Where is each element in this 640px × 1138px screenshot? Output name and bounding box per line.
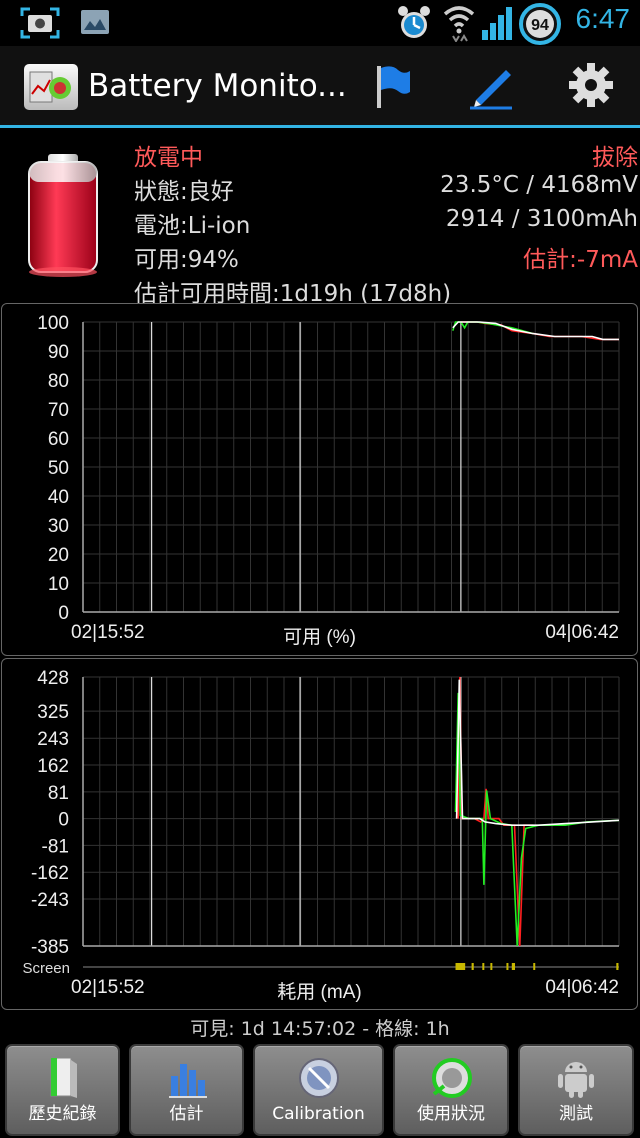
consumption-chart-y-tick: 81 bbox=[48, 783, 69, 804]
consumption-chart-xlabel: 耗用 (mA) bbox=[277, 982, 362, 1003]
consumption-chart-y-tick: 0 bbox=[58, 810, 69, 831]
available-chart-x-end: 04|06:42 bbox=[545, 622, 619, 643]
settings-icon[interactable] bbox=[568, 62, 614, 108]
available-chart-panel[interactable]: 100 90 80 70 60 50 40 30 20 10 0 02|15:52 可用 (%) 0… bbox=[1, 303, 638, 656]
available-chart-y-tick: 100 bbox=[37, 313, 69, 334]
action-bar: Battery Monito... bbox=[0, 46, 640, 128]
battery-icon bbox=[28, 154, 98, 277]
test-button-label: 測試 bbox=[559, 1104, 593, 1124]
available-chart-xlabel: 可用 (%) bbox=[283, 627, 356, 648]
edit-icon[interactable] bbox=[466, 62, 516, 110]
screen-on-segment bbox=[471, 963, 474, 970]
status-time: 6:47 bbox=[575, 3, 631, 34]
available-chart-y-tick: 80 bbox=[48, 371, 69, 392]
consumption-chart-y-tick: -243 bbox=[31, 890, 69, 911]
android-icon bbox=[558, 1062, 594, 1098]
available-chart-y-tick: 40 bbox=[48, 487, 69, 508]
available-chart-series-2 bbox=[452, 321, 619, 341]
battery-level-icon: 94 bbox=[519, 3, 561, 45]
estimate-button-label: 估計 bbox=[169, 1104, 204, 1124]
available-chart: 1009080706050403020100 bbox=[37, 313, 620, 624]
history-button[interactable]: 歷史紀錄 bbox=[5, 1044, 120, 1136]
calibration-button-label: Calibration bbox=[272, 1104, 365, 1124]
available-chart-y-tick: 90 bbox=[48, 342, 69, 363]
plug-state: 拔除 bbox=[592, 145, 638, 171]
consumption-chart-series-0 bbox=[457, 676, 534, 947]
consumption-chart-y-tick: 243 bbox=[37, 729, 69, 750]
available-chart-y-tick: 0 bbox=[58, 603, 69, 624]
available-chart-y-tick: 60 bbox=[48, 429, 69, 450]
screen-on-segment bbox=[533, 963, 536, 970]
estimate-icon bbox=[168, 1064, 207, 1098]
consumption-chart-series-2 bbox=[455, 679, 620, 826]
usage-icon bbox=[432, 1058, 472, 1098]
consumption-chart-y-tick: -385 bbox=[31, 937, 69, 958]
screen-strip-label: Screen bbox=[22, 960, 70, 977]
screenshot-icon bbox=[20, 7, 60, 39]
consumption-chart-x-end: 04|06:42 bbox=[545, 977, 619, 998]
flag-icon[interactable] bbox=[372, 62, 412, 110]
available-chart-y-tick: 70 bbox=[48, 400, 69, 421]
consumption-chart-y-tick: 325 bbox=[37, 702, 69, 723]
wifi-icon bbox=[443, 6, 475, 42]
history-button-label: 歷史紀錄 bbox=[28, 1104, 97, 1124]
app-logo-icon bbox=[29, 71, 71, 103]
test-button[interactable]: 測試 bbox=[518, 1044, 634, 1136]
app-logo[interactable] bbox=[24, 64, 78, 110]
screen-on-segment bbox=[455, 963, 466, 970]
usage-button-label: 使用狀況 bbox=[417, 1104, 485, 1124]
available-chart-y-tick: 10 bbox=[48, 574, 69, 595]
estimate-button[interactable]: 估計 bbox=[129, 1044, 244, 1136]
screen-on-segment bbox=[506, 963, 509, 970]
available-chart-y-tick: 50 bbox=[48, 458, 69, 479]
battery-state: 放電中 bbox=[134, 145, 203, 171]
bottom-button-bar: 歷史紀錄 估計 Calibration 使用狀況 測試 bbox=[0, 1044, 640, 1138]
consumption-chart-y-tick: 162 bbox=[37, 756, 69, 777]
screen-on-segment bbox=[482, 963, 485, 970]
consumption-chart-y-tick: -162 bbox=[31, 863, 69, 884]
calibration-icon bbox=[298, 1058, 339, 1098]
consumption-chart-y-tick: 428 bbox=[37, 668, 69, 689]
battery-type: 電池:Li-ion bbox=[134, 213, 251, 239]
available-chart-y-tick: 30 bbox=[48, 516, 69, 537]
consumption-chart-panel[interactable]: 428 325 243 162 81 0 -81 -162 -243 -385 Screen 02|… bbox=[1, 658, 638, 1010]
battery-available: 可用:94% bbox=[134, 247, 239, 273]
status-bar: 94 6:47 bbox=[0, 0, 640, 46]
signal-icon bbox=[482, 7, 512, 40]
screen-on-segment bbox=[511, 963, 516, 970]
battery-capacity: 2914 / 3100mAh bbox=[445, 206, 638, 232]
gallery-icon bbox=[81, 10, 109, 34]
consumption-chart-y-tick: -81 bbox=[42, 836, 69, 857]
usage-button[interactable]: 使用狀況 bbox=[393, 1044, 509, 1136]
consumption-chart: 428 325 243 162 81 0 -81 -162 -243 -385 Screen bbox=[22, 668, 620, 977]
visible-range-info: 可見: 1d 14:57:02 - 格線: 1h bbox=[190, 1018, 450, 1040]
temp-voltage: 23.5°C / 4168mV bbox=[440, 172, 638, 198]
available-chart-y-tick: 20 bbox=[48, 545, 69, 566]
app-title: Battery Monito... bbox=[88, 68, 347, 104]
battery-health: 狀態:良好 bbox=[134, 179, 234, 205]
history-icon bbox=[50, 1057, 77, 1098]
alarm-icon bbox=[398, 6, 430, 38]
screen-on-segment bbox=[616, 963, 619, 970]
current-estimate: 估計:-7mA bbox=[523, 247, 638, 273]
svg-text:94: 94 bbox=[531, 17, 549, 34]
screen-on-segment bbox=[490, 963, 493, 970]
calibration-button[interactable]: Calibration bbox=[253, 1044, 384, 1136]
